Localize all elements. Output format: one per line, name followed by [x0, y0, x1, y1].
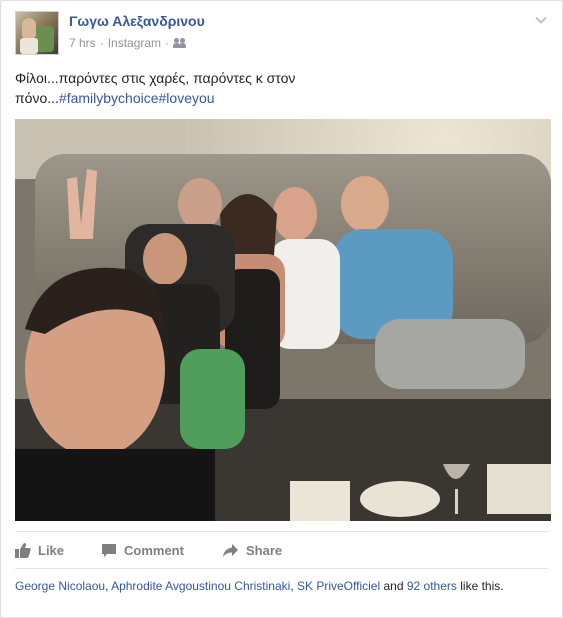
thumbs-up-icon — [15, 542, 31, 558]
comment-button[interactable]: Comment — [101, 532, 184, 568]
like-button[interactable]: Like — [15, 532, 64, 568]
post-source[interactable]: Instagram — [108, 36, 161, 50]
likes-and-text: and — [383, 579, 404, 593]
share-arrow-icon — [223, 543, 238, 557]
comment-label: Comment — [124, 542, 184, 558]
hashtag-familybychoice[interactable]: #familybychoice — [59, 90, 159, 106]
post-card: Γωγω Αλεξανδρινου 7 hrs · Instagram · Φί… — [0, 0, 563, 618]
liker-link[interactable]: George Nicolaou — [15, 579, 105, 593]
liker-link[interactable]: SK PriveOfficiel — [297, 579, 380, 593]
post-text: Φίλοι...παρόντες στις χαρές, παρόντες κ … — [15, 68, 345, 108]
others-link[interactable]: 92 others — [407, 579, 457, 593]
share-button[interactable]: Share — [222, 532, 282, 568]
friends-icon[interactable] — [173, 37, 187, 49]
post-meta: 7 hrs · Instagram · — [69, 36, 187, 50]
hashtag-loveyou[interactable]: #loveyou — [159, 90, 215, 106]
comment-icon — [102, 543, 116, 557]
author-avatar[interactable] — [15, 11, 59, 55]
separator-dot: · — [165, 36, 170, 50]
post-actions: Like Comment Share — [15, 531, 548, 569]
post-photo[interactable] — [15, 119, 551, 521]
likes-suffix-text: like this. — [460, 579, 504, 593]
chevron-down-icon[interactable] — [534, 13, 548, 27]
separator-dot: · — [99, 36, 104, 50]
post-header: Γωγω Αλεξανδρινου 7 hrs · Instagram · — [15, 11, 548, 57]
post-time[interactable]: 7 hrs — [69, 36, 96, 50]
liker-link[interactable]: Aphrodite Avgoustinou Christinaki — [111, 579, 290, 593]
like-label: Like — [38, 542, 65, 558]
share-label: Share — [246, 542, 283, 558]
group-selfie-photo — [15, 119, 551, 521]
likes-summary: George Nicolaou, Aphrodite Avgoustinou C… — [15, 579, 504, 593]
author-name[interactable]: Γωγω Αλεξανδρινου — [69, 13, 205, 29]
